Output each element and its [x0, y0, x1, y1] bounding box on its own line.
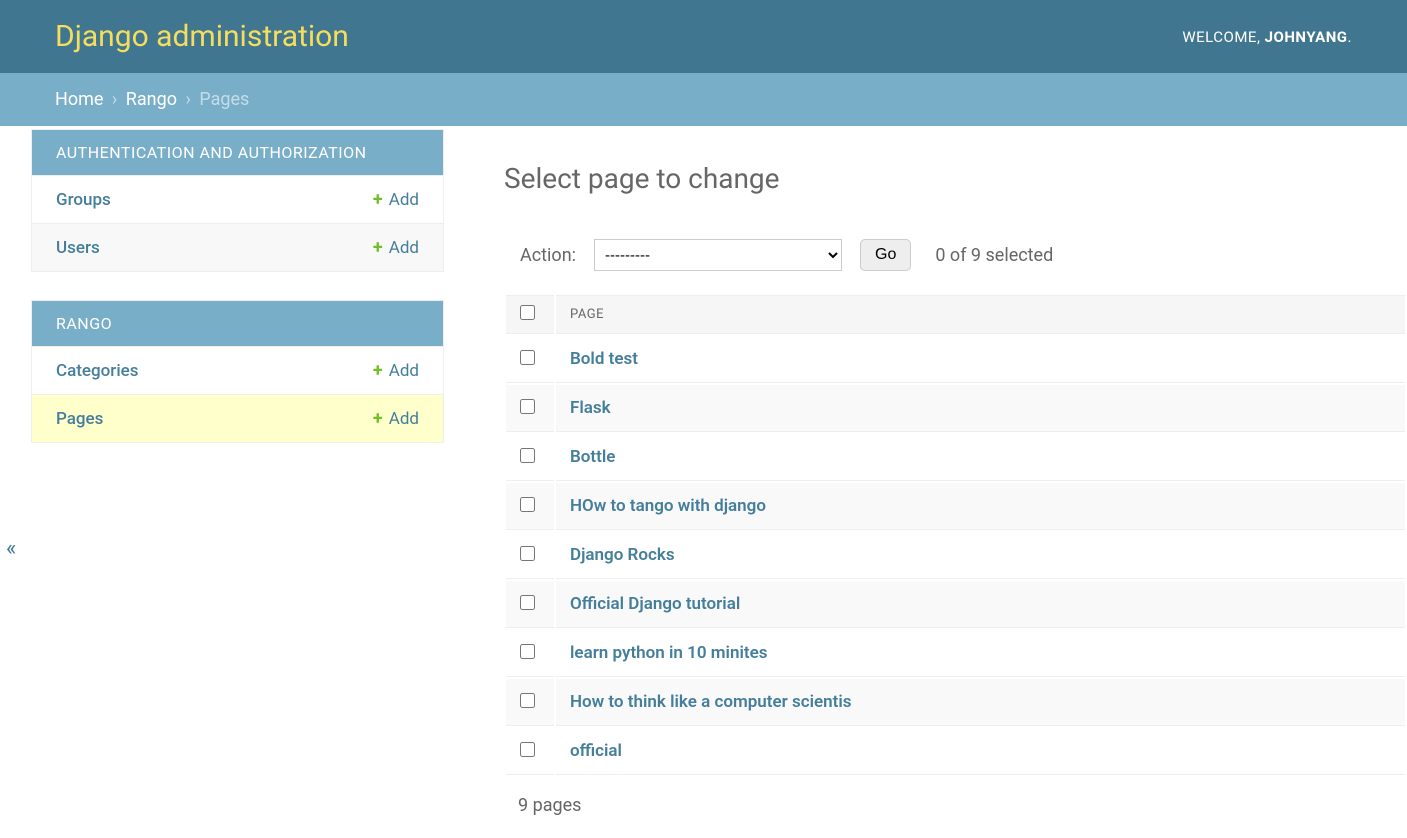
row-link[interactable]: How to think like a computer scientis — [570, 692, 852, 712]
table-row: How to think like a computer scientis — [506, 679, 1405, 726]
breadcrumb-current: Pages — [199, 89, 249, 110]
row-link[interactable]: Official Django tutorial — [570, 594, 740, 614]
row-cell: HOw to tango with django — [556, 483, 1405, 530]
actions-bar: Action: --------- Go 0 of 9 selected — [504, 239, 1407, 271]
row-link[interactable]: Django Rocks — [570, 545, 675, 565]
select-all-checkbox[interactable] — [520, 305, 535, 320]
module-header[interactable]: AUTHENTICATION AND AUTHORIZATION — [32, 130, 443, 175]
row-link[interactable]: learn python in 10 minites — [570, 643, 767, 663]
go-button[interactable]: Go — [860, 239, 911, 271]
site-title[interactable]: Django administration — [55, 19, 349, 54]
add-link[interactable]: + Add — [373, 237, 419, 258]
plus-icon: + — [373, 408, 383, 429]
sidebar-collapse-toggle[interactable]: « — [6, 536, 16, 561]
row-link[interactable]: Bold test — [570, 349, 638, 369]
row-checkbox-cell — [506, 336, 554, 383]
page-title: Select page to change — [504, 162, 1407, 195]
table-row: official — [506, 728, 1405, 775]
table-row: learn python in 10 minites — [506, 630, 1405, 677]
module-header[interactable]: RANGO — [32, 301, 443, 346]
model-row: Pages + Add — [32, 394, 443, 442]
add-link[interactable]: + Add — [373, 189, 419, 210]
row-cell: learn python in 10 minites — [556, 630, 1405, 677]
row-link[interactable]: HOw to tango with django — [570, 496, 766, 516]
action-label: Action: — [520, 245, 576, 266]
username: JOHNYANG — [1265, 28, 1348, 46]
table-row: Bold test — [506, 336, 1405, 383]
row-checkbox-cell — [506, 385, 554, 432]
row-checkbox[interactable] — [520, 497, 535, 512]
welcome-suffix: . — [1348, 28, 1352, 46]
changelist-table: PAGE Bold test Flask Bottle HOw to tango wi… — [504, 293, 1407, 777]
breadcrumb-separator: › — [112, 89, 117, 110]
table-row: Flask — [506, 385, 1405, 432]
row-checkbox-cell — [506, 728, 554, 775]
row-link[interactable]: official — [570, 741, 622, 761]
plus-icon: + — [373, 237, 383, 258]
table-row: HOw to tango with django — [506, 483, 1405, 530]
row-checkbox[interactable] — [520, 546, 535, 561]
row-cell: official — [556, 728, 1405, 775]
table-row: Official Django tutorial — [506, 581, 1405, 628]
plus-icon: + — [373, 189, 383, 210]
row-cell: How to think like a computer scientis — [556, 679, 1405, 726]
breadcrumb: Home › Rango › Pages — [0, 73, 1407, 126]
action-select[interactable]: --------- — [594, 239, 842, 271]
row-checkbox-cell — [506, 630, 554, 677]
row-checkbox-cell — [506, 434, 554, 481]
model-link[interactable]: Pages — [56, 409, 103, 429]
add-link[interactable]: + Add — [373, 360, 419, 381]
row-cell: Bottle — [556, 434, 1405, 481]
row-cell: Bold test — [556, 336, 1405, 383]
sidebar-module: RANGO Categories + Add Pages + Add — [31, 300, 444, 443]
sidebar: AUTHENTICATION AND AUTHORIZATION Groups + A… — [31, 129, 444, 834]
add-label: Add — [389, 361, 419, 381]
selection-count: 0 of 9 selected — [935, 245, 1053, 266]
main-content: Select page to change Action: --------- … — [444, 126, 1407, 834]
row-checkbox-cell — [506, 532, 554, 579]
breadcrumb-app[interactable]: Rango — [126, 89, 177, 110]
breadcrumb-separator: › — [185, 89, 190, 110]
row-checkbox-cell — [506, 483, 554, 530]
row-checkbox[interactable] — [520, 595, 535, 610]
select-all-header — [506, 295, 554, 334]
add-label: Add — [389, 190, 419, 210]
row-checkbox[interactable] — [520, 644, 535, 659]
model-row: Groups + Add — [32, 175, 443, 223]
row-cell: Official Django tutorial — [556, 581, 1405, 628]
paginator: 9 pages — [504, 777, 1407, 834]
row-checkbox-cell — [506, 581, 554, 628]
sidebar-module: AUTHENTICATION AND AUTHORIZATION Groups + A… — [31, 129, 444, 272]
row-checkbox[interactable] — [520, 448, 535, 463]
model-row: Categories + Add — [32, 346, 443, 394]
add-label: Add — [389, 409, 419, 429]
row-cell: Flask — [556, 385, 1405, 432]
row-link[interactable]: Flask — [570, 398, 611, 418]
row-checkbox[interactable] — [520, 350, 535, 365]
add-label: Add — [389, 238, 419, 258]
add-link[interactable]: + Add — [373, 408, 419, 429]
row-checkbox-cell — [506, 679, 554, 726]
model-row: Users + Add — [32, 223, 443, 271]
header: Django administration WELCOME, JOHNYANG. — [0, 0, 1407, 73]
row-checkbox[interactable] — [520, 693, 535, 708]
user-tools: WELCOME, JOHNYANG. — [1182, 28, 1352, 46]
row-checkbox[interactable] — [520, 742, 535, 757]
breadcrumb-home[interactable]: Home — [55, 89, 103, 110]
row-cell: Django Rocks — [556, 532, 1405, 579]
model-link[interactable]: Categories — [56, 361, 139, 381]
table-row: Bottle — [506, 434, 1405, 481]
model-link[interactable]: Groups — [56, 190, 111, 210]
column-header-page[interactable]: PAGE — [556, 295, 1405, 334]
row-checkbox[interactable] — [520, 399, 535, 414]
table-row: Django Rocks — [506, 532, 1405, 579]
row-link[interactable]: Bottle — [570, 447, 615, 467]
plus-icon: + — [373, 360, 383, 381]
welcome-label: WELCOME, — [1182, 28, 1264, 46]
model-link[interactable]: Users — [56, 238, 100, 258]
